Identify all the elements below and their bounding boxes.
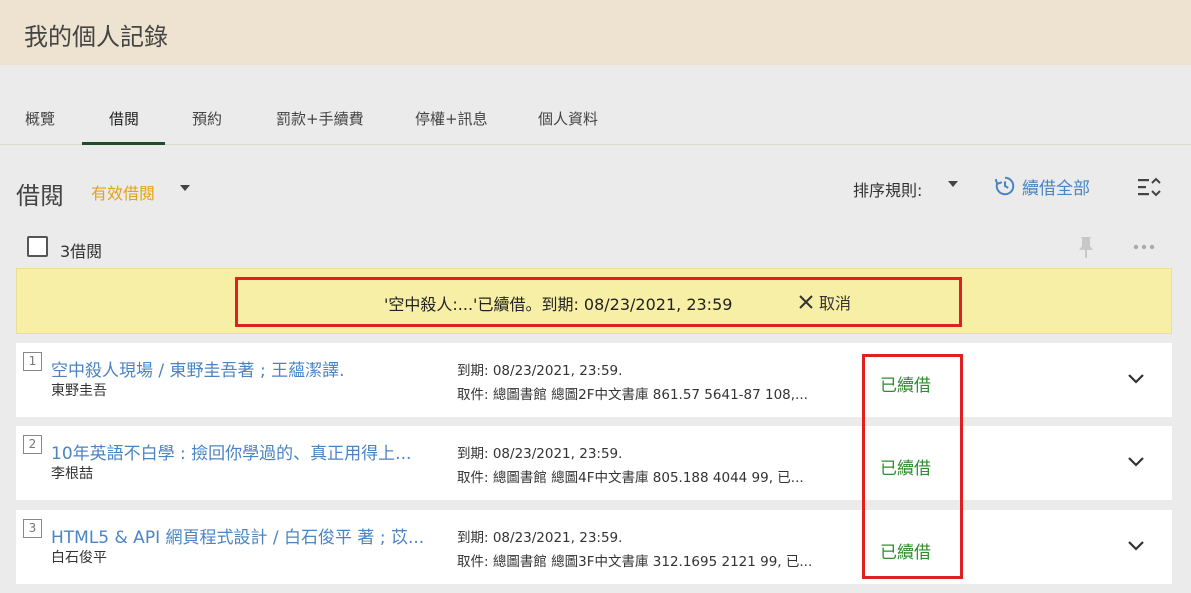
- more-horizontal-icon[interactable]: [1133, 244, 1155, 250]
- tab-blocks-messages[interactable]: 停權+訊息: [415, 108, 488, 129]
- loan-author: 東野圭吾: [51, 383, 107, 399]
- loan-pickup-location: 取件: 總圖書館 總圖2F中文書庫 861.57 5641-87 108,...: [457, 387, 808, 403]
- sort-caret-icon[interactable]: [948, 181, 958, 187]
- chevron-down-icon[interactable]: [1126, 372, 1146, 386]
- loan-author: 李根喆: [51, 466, 93, 482]
- loan-pickup-location: 取件: 總圖書館 總圖3F中文書庫 312.1695 2121 99, 已...: [457, 554, 813, 570]
- section-title: 借閱: [16, 182, 64, 210]
- loan-title-link[interactable]: 10年英語不白學 : 撿回你學過的、真正用得上...: [51, 439, 411, 464]
- renew-all-button[interactable]: 續借全部: [994, 174, 1090, 199]
- notice-cancel-button[interactable]: 取消: [797, 290, 851, 314]
- active-tab-indicator: [82, 142, 165, 145]
- loan-due-date: 到期: 08/23/2021, 23:59.: [457, 446, 623, 462]
- tab-loans[interactable]: 借閱: [109, 108, 139, 129]
- loan-title-link[interactable]: 空中殺人現場 / 東野圭吾著 ; 王蘊潔譯.: [51, 356, 344, 381]
- page-header: 我的個人記錄: [0, 0, 1191, 65]
- loan-count: 3借閱: [60, 242, 103, 261]
- select-all-checkbox[interactable]: [27, 236, 48, 257]
- loan-author: 白石俊平: [51, 550, 107, 566]
- loan-due-date: 到期: 08/23/2021, 23:59.: [457, 530, 623, 546]
- notice-cancel-label: 取消: [819, 294, 852, 313]
- loan-item: 2 10年英語不白學 : 撿回你學過的、真正用得上... 李根喆 到期: 08/…: [16, 426, 1172, 500]
- loan-item: 3 HTML5 & API 網頁程式設計 / 白石俊平 著 ; 苡... 白石俊…: [16, 510, 1172, 584]
- loan-title-link[interactable]: HTML5 & API 網頁程式設計 / 白石俊平 著 ; 苡...: [51, 523, 424, 548]
- item-index: 1: [23, 352, 42, 371]
- tab-bar: 概覽 借閱 預約 罰款+手續費 停權+訊息 個人資料: [0, 100, 1191, 145]
- status-highlight-box: [862, 354, 963, 579]
- filter-caret-icon[interactable]: [180, 185, 190, 191]
- tab-holds[interactable]: 預約: [192, 108, 222, 129]
- close-icon: [799, 295, 813, 309]
- loan-filter-dropdown[interactable]: 有效借閱: [91, 180, 155, 204]
- chevron-down-icon[interactable]: [1126, 539, 1146, 553]
- loan-item: 1 空中殺人現場 / 東野圭吾著 ; 王蘊潔譯. 東野圭吾 到期: 08/23/…: [16, 343, 1172, 417]
- renew-all-label: 續借全部: [1022, 178, 1090, 199]
- tab-fines-fees[interactable]: 罰款+手續費: [276, 108, 364, 129]
- pin-icon[interactable]: [1077, 236, 1095, 258]
- chevron-down-icon[interactable]: [1126, 455, 1146, 469]
- list-sort-icon[interactable]: [1136, 176, 1162, 198]
- page-title: 我的個人記錄: [24, 23, 168, 51]
- notice-message: '空中殺人:...'已續借。到期: 08/23/2021, 23:59: [384, 295, 733, 314]
- tab-personal-details[interactable]: 個人資料: [538, 108, 598, 129]
- loan-due-date: 到期: 08/23/2021, 23:59.: [457, 363, 623, 379]
- tab-overview[interactable]: 概覽: [25, 108, 55, 129]
- item-index: 3: [23, 519, 42, 538]
- loan-pickup-location: 取件: 總圖書館 總圖4F中文書庫 805.188 4044 99, 已...: [457, 470, 804, 486]
- clock-renew-icon: [994, 176, 1015, 196]
- item-index: 2: [23, 435, 42, 454]
- sort-dropdown[interactable]: 排序規則:: [853, 177, 922, 201]
